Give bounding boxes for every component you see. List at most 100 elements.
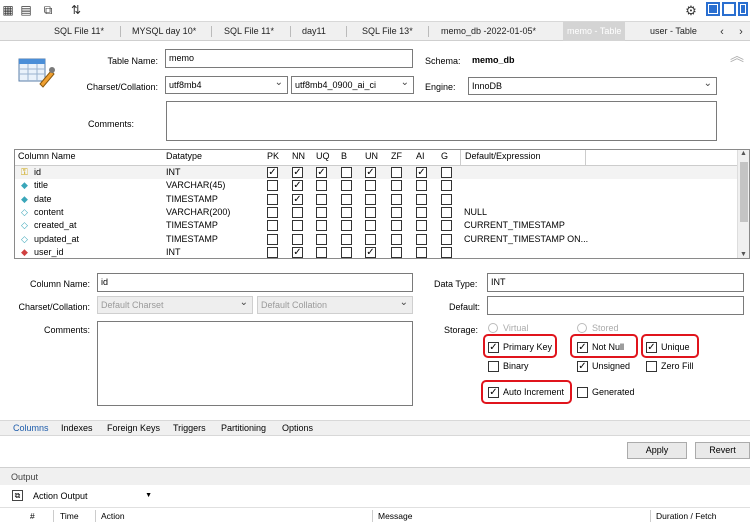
col-header-default[interactable]: Default/Expression bbox=[465, 151, 541, 161]
subtab-foreign-keys[interactable]: Foreign Keys bbox=[107, 423, 160, 433]
grid-flag-checkbox[interactable] bbox=[267, 233, 278, 245]
grid-cell-default[interactable]: CURRENT_TIMESTAMP ON... bbox=[464, 234, 588, 244]
tab-memo-db[interactable]: memo_db -2022-01-05* bbox=[441, 22, 536, 41]
tab-scroll-right-icon[interactable]: › bbox=[733, 24, 749, 40]
grid-cell-name[interactable]: id bbox=[34, 167, 41, 177]
grid-flag-checkbox[interactable] bbox=[267, 220, 278, 232]
revert-button[interactable]: Revert bbox=[695, 442, 750, 459]
grid-flag-checkbox[interactable] bbox=[365, 180, 376, 192]
col-header-datatype[interactable]: Datatype bbox=[166, 151, 202, 161]
grid-flag-checkbox[interactable] bbox=[267, 193, 278, 205]
grid-cell-name[interactable]: updated_at bbox=[34, 234, 79, 244]
tab-scroll-left-icon[interactable]: ‹ bbox=[714, 24, 730, 40]
grid-flag-checkbox[interactable] bbox=[416, 246, 427, 258]
charset-select[interactable]: utf8mb4 bbox=[165, 76, 288, 94]
output-col-time[interactable]: Time bbox=[60, 511, 79, 521]
grid-flag-checkbox[interactable]: ✓ bbox=[292, 246, 303, 258]
grid-cell-default[interactable]: CURRENT_TIMESTAMP bbox=[464, 220, 565, 230]
default-input[interactable] bbox=[487, 296, 744, 315]
column-comments-textarea[interactable] bbox=[97, 321, 413, 406]
grid-row[interactable]: ⚿ id INT ✓ ✓ ✓ ✓ ✓ bbox=[15, 166, 737, 179]
zero-fill-checkbox[interactable] bbox=[646, 361, 657, 372]
grid-flag-checkbox[interactable] bbox=[441, 167, 452, 178]
settings-gear-icon[interactable]: ⚙ bbox=[683, 3, 699, 18]
grid-flag-checkbox[interactable] bbox=[391, 180, 402, 192]
grid-cell-datatype[interactable]: INT bbox=[166, 167, 181, 177]
grid-flag-checkbox[interactable] bbox=[316, 180, 327, 192]
grid-flag-checkbox[interactable] bbox=[316, 233, 327, 245]
grid-cell-name[interactable]: user_id bbox=[34, 247, 64, 257]
grid-flag-checkbox[interactable] bbox=[416, 193, 427, 205]
grid-cell-datatype[interactable]: TIMESTAMP bbox=[166, 194, 218, 204]
grid-flag-checkbox[interactable] bbox=[441, 220, 452, 232]
collapse-icon[interactable]: ︽ bbox=[730, 49, 746, 66]
table-icon[interactable]: ▦ bbox=[0, 3, 16, 18]
col-header-nn[interactable]: NN bbox=[292, 151, 305, 161]
grid-flag-checkbox[interactable] bbox=[316, 193, 327, 205]
grid-flag-checkbox[interactable] bbox=[416, 233, 427, 245]
grid-row[interactable]: ◆ date TIMESTAMP ✓ bbox=[15, 193, 737, 206]
grid-flag-checkbox[interactable]: ✓ bbox=[365, 246, 376, 258]
output-col-duration[interactable]: Duration / Fetch bbox=[656, 511, 716, 521]
col-header-zf[interactable]: ZF bbox=[391, 151, 402, 161]
subtab-triggers[interactable]: Triggers bbox=[173, 423, 206, 433]
grid-flag-checkbox[interactable] bbox=[341, 233, 352, 245]
scroll-up-icon[interactable]: ▲ bbox=[740, 150, 747, 157]
grid-flag-checkbox[interactable] bbox=[316, 220, 327, 232]
grid-flag-checkbox[interactable]: ✓ bbox=[316, 167, 327, 178]
grid-row[interactable]: ◆ user_id INT ✓ ✓ bbox=[15, 246, 737, 258]
grid-flag-checkbox[interactable]: ✓ bbox=[267, 167, 278, 178]
grid-row[interactable]: ◆ title VARCHAR(45) ✓ bbox=[15, 179, 737, 192]
grid-flag-checkbox[interactable] bbox=[365, 193, 376, 205]
grid-flag-checkbox[interactable] bbox=[341, 206, 352, 218]
grid-vertical-scrollbar[interactable]: ▲ ▼ bbox=[737, 150, 749, 258]
col-header-ai[interactable]: AI bbox=[416, 151, 425, 161]
data-type-input[interactable]: INT bbox=[487, 273, 744, 292]
grid-cell-datatype[interactable]: VARCHAR(200) bbox=[166, 207, 230, 217]
grid-cell-name[interactable]: created_at bbox=[34, 220, 77, 230]
col-header-un[interactable]: UN bbox=[365, 151, 378, 161]
apply-button[interactable]: Apply bbox=[627, 442, 687, 459]
grid-flag-checkbox[interactable] bbox=[292, 233, 303, 245]
table-name-input[interactable]: memo bbox=[165, 49, 413, 68]
grid-row[interactable]: ◇ created_at TIMESTAMP CURRENT_TIMESTAMP bbox=[15, 219, 737, 232]
grid-cell-default[interactable]: NULL bbox=[464, 207, 487, 217]
grid-flag-checkbox[interactable] bbox=[441, 193, 452, 205]
grid-flag-checkbox[interactable] bbox=[267, 180, 278, 192]
grid-flag-checkbox[interactable] bbox=[292, 220, 303, 232]
grid-cell-datatype[interactable]: VARCHAR(45) bbox=[166, 180, 225, 190]
unsigned-checkbox[interactable]: ✓ bbox=[577, 361, 588, 372]
scroll-thumb[interactable] bbox=[740, 162, 748, 222]
grid-flag-checkbox[interactable]: ✓ bbox=[365, 167, 376, 178]
output-col-action[interactable]: Action bbox=[101, 511, 125, 521]
grid-flag-checkbox[interactable] bbox=[391, 233, 402, 245]
tab-sql-file-11[interactable]: SQL File 11* bbox=[54, 22, 104, 41]
grid-flag-checkbox[interactable] bbox=[267, 206, 278, 218]
grid-flag-checkbox[interactable] bbox=[391, 193, 402, 205]
tab-sql-file-13[interactable]: SQL File 13* bbox=[362, 22, 413, 41]
engine-select[interactable]: InnoDB bbox=[468, 77, 717, 95]
grid-row[interactable]: ◇ content VARCHAR(200) NULL bbox=[15, 206, 737, 219]
inspect-icon[interactable]: ⧉ bbox=[40, 3, 56, 18]
grid-flag-checkbox[interactable] bbox=[341, 220, 352, 232]
output-copy-icon[interactable]: ⧉ bbox=[12, 490, 23, 501]
grid-flag-checkbox[interactable] bbox=[391, 246, 402, 258]
output-type-select[interactable]: Action Output ▼ bbox=[30, 488, 154, 504]
grid-row[interactable]: ◇ updated_at TIMESTAMP CURRENT_TIMESTAMP ON… bbox=[15, 233, 737, 246]
grid-flag-checkbox[interactable] bbox=[365, 206, 376, 218]
grid-flag-checkbox[interactable] bbox=[365, 220, 376, 232]
grid-flag-checkbox[interactable] bbox=[341, 167, 352, 178]
col-header-b[interactable]: B bbox=[341, 151, 347, 161]
tab-user-table[interactable]: user - Table bbox=[650, 22, 697, 41]
column-name-input[interactable]: id bbox=[97, 273, 413, 292]
grid-flag-checkbox[interactable]: ✓ bbox=[292, 180, 303, 192]
generated-checkbox[interactable] bbox=[577, 387, 588, 398]
col-header-name[interactable]: Column Name bbox=[18, 151, 76, 161]
grid-flag-checkbox[interactable] bbox=[441, 206, 452, 218]
column-charset-select[interactable]: Default Charset bbox=[97, 296, 253, 314]
stored-radio-circle[interactable] bbox=[577, 323, 587, 333]
grid-flag-checkbox[interactable] bbox=[341, 193, 352, 205]
grid-cell-name[interactable]: title bbox=[34, 180, 48, 190]
grid-flag-checkbox[interactable] bbox=[391, 206, 402, 218]
grid-flag-checkbox[interactable] bbox=[441, 233, 452, 245]
